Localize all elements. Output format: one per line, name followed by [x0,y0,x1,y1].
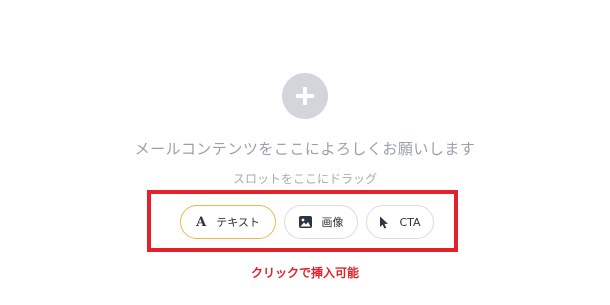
empty-state-subline: スロットをここにドラッグ [232,172,377,186]
text-letter-a-icon: A [196,214,207,230]
empty-state-headline: メールコンテンツをここによろしくお願いします [134,140,476,158]
insert-image-button[interactable]: 画像 [284,205,358,239]
plus-icon [294,85,316,107]
insert-cta-button[interactable]: CTA [366,205,434,239]
annotation-caption: クリックで挿入可能 [250,266,359,280]
add-content-button[interactable] [282,73,328,119]
insert-image-label: 画像 [321,216,344,229]
insert-text-button[interactable]: A テキスト [180,205,276,239]
insert-cta-label: CTA [399,215,421,229]
cursor-arrow-icon [379,216,389,229]
insert-text-label: テキスト [216,216,260,229]
image-icon [298,216,312,228]
